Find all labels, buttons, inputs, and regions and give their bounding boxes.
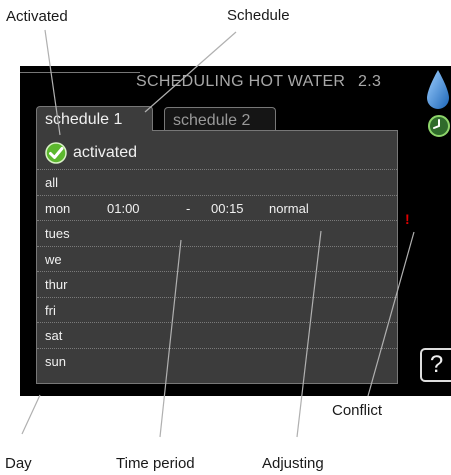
day-row-sun[interactable]: sun xyxy=(37,347,397,374)
clock-icon xyxy=(428,115,450,137)
tab-schedule-1[interactable]: schedule 1 xyxy=(36,106,153,131)
time-separator: - xyxy=(186,200,191,216)
callout-time-period: Time period xyxy=(116,455,195,472)
callout-adjusting: Adjusting xyxy=(262,455,324,472)
day-label: sun xyxy=(45,353,66,369)
day-label: tues xyxy=(45,226,70,241)
callout-conflict: Conflict xyxy=(332,402,383,419)
conflict-indicator: ! xyxy=(405,211,410,227)
day-label: all xyxy=(45,175,59,190)
day-row-fri[interactable]: fri xyxy=(37,296,397,323)
day-label: mon xyxy=(45,200,71,216)
start-time: 01:00 xyxy=(107,200,140,216)
activated-toggle[interactable]: activated xyxy=(45,139,137,167)
menu-number: 2.3 xyxy=(358,73,382,90)
activated-label: activated xyxy=(73,144,138,161)
day-label: sat xyxy=(45,328,63,343)
day-row-we[interactable]: we xyxy=(37,245,397,272)
title-rule xyxy=(20,72,140,73)
day-row-all[interactable]: all xyxy=(37,169,397,195)
callout-day: Day xyxy=(5,455,32,472)
day-label: fri xyxy=(45,302,56,318)
day-label: we xyxy=(45,251,62,267)
schedule-panel: activated all mon 01:00 - 00:15 normal t… xyxy=(36,130,398,384)
end-time: 00:15 xyxy=(211,200,244,216)
leader-day xyxy=(21,394,41,435)
callout-activated: Activated xyxy=(6,8,68,25)
day-row-mon[interactable]: mon 01:00 - 00:15 normal xyxy=(37,194,397,221)
day-row-sat[interactable]: sat xyxy=(37,322,397,348)
help-button[interactable]: ? xyxy=(420,348,451,382)
callout-schedule: Schedule xyxy=(227,7,290,24)
day-row-thur[interactable]: thur xyxy=(37,271,397,297)
water-drop-icon xyxy=(427,70,449,109)
page-title: SCHEDULING HOT WATER 2.3 xyxy=(136,73,381,91)
display-screen: SCHEDULING HOT WATER 2.3 schedule 2 sche… xyxy=(20,66,451,396)
tab-schedule-2[interactable]: schedule 2 xyxy=(164,107,276,132)
day-row-tues[interactable]: tues xyxy=(37,220,397,246)
day-list: all mon 01:00 - 00:15 normal tues we thu… xyxy=(37,169,397,373)
title-text: SCHEDULING HOT WATER xyxy=(136,73,346,90)
checkmark-icon xyxy=(45,142,67,164)
adjust-mode: normal xyxy=(269,200,309,216)
day-label: thur xyxy=(45,277,68,292)
